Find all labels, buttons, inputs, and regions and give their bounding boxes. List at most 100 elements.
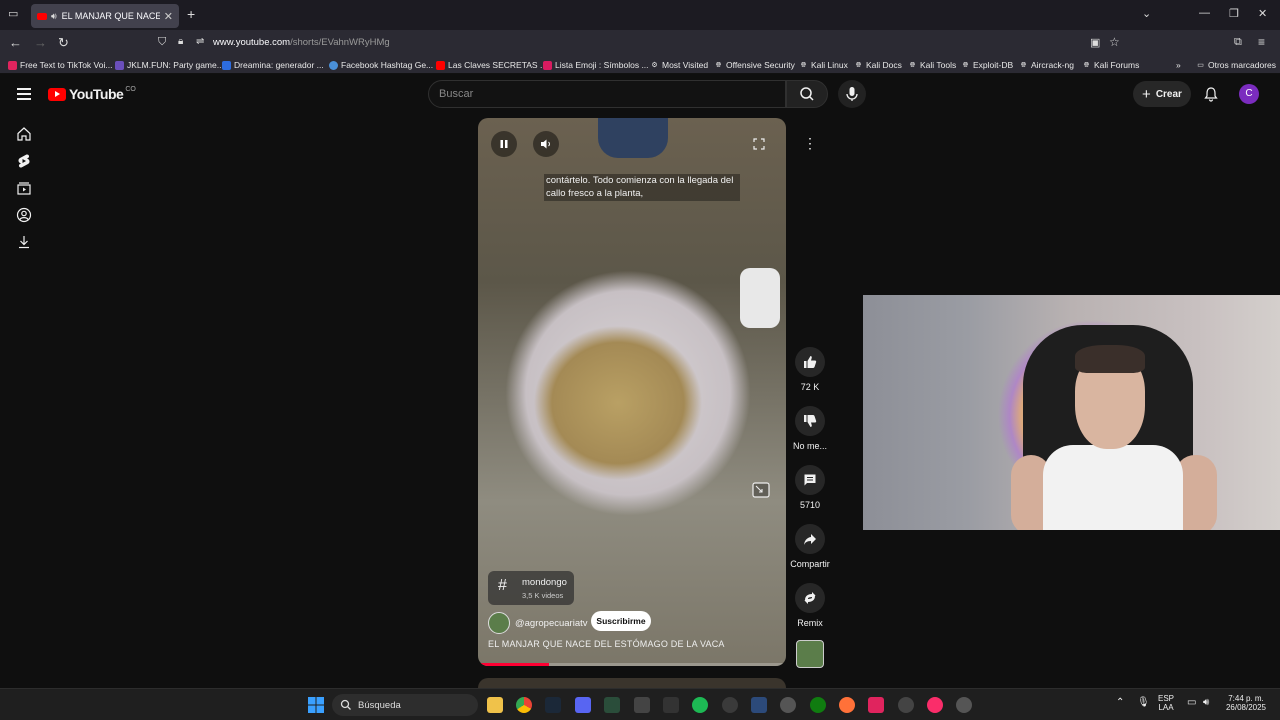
spotify-icon[interactable] (692, 697, 708, 713)
bookmark-item[interactable]: 🌐︎ Offensive Security (714, 60, 795, 70)
search-box[interactable] (428, 80, 786, 108)
share-button[interactable] (795, 524, 825, 554)
minimize-button[interactable]: — (1199, 7, 1210, 19)
pause-button[interactable] (491, 131, 517, 157)
you-profile-icon[interactable] (16, 207, 32, 223)
short-video-player[interactable]: contártelo. Todo comienza con la llegada… (478, 118, 786, 666)
bookmark-item[interactable]: Facebook Hashtag Ge... (329, 60, 433, 70)
sound-thumbnail[interactable] (796, 640, 824, 668)
tab-list-icon[interactable]: ▭ (8, 7, 18, 20)
windows-start-icon[interactable] (308, 697, 324, 713)
bookmark-star-icon[interactable]: ☆ (1109, 35, 1120, 49)
taskbar-search[interactable]: Búsqueda (332, 694, 478, 716)
firefox-icon[interactable] (839, 697, 855, 713)
bookmark-item[interactable]: JKLM.FUN: Party game... (115, 60, 224, 70)
dreamina-icon (222, 60, 231, 70)
fullscreen-icon[interactable] (753, 138, 765, 150)
hashtag-chip[interactable]: # mondongo 3,5 K videos (488, 571, 574, 605)
remix-action[interactable]: Remix (790, 583, 830, 628)
close-tab-icon[interactable]: ✕ (164, 10, 173, 23)
like-action[interactable]: 72 K (790, 347, 830, 392)
mute-button[interactable] (533, 131, 559, 157)
show-hidden-icons[interactable]: ⌃ (1116, 697, 1124, 708)
comments-button[interactable] (795, 465, 825, 495)
bookmark-item[interactable]: ⚙ Most Visited (650, 60, 708, 70)
dislike-button[interactable] (795, 406, 825, 436)
comments-action[interactable]: 5710 (790, 465, 830, 510)
steam-icon[interactable] (545, 697, 561, 713)
channel-link[interactable]: @agropecuariatv (488, 612, 588, 634)
downloads-icon[interactable] (16, 234, 32, 250)
xbox-icon[interactable] (810, 697, 826, 713)
create-button[interactable]: + Crear (1133, 81, 1191, 107)
voice-search-button[interactable] (838, 80, 866, 108)
remix-button[interactable] (795, 583, 825, 613)
discord-icon[interactable] (575, 697, 591, 713)
bookmark-item[interactable]: 🌐︎ Kali Linux (799, 60, 848, 70)
more-options-icon[interactable]: ⋮ (798, 131, 822, 155)
chrome-icon[interactable] (516, 697, 532, 713)
bookmark-item[interactable]: Las Claves SECRETAS ... (436, 60, 547, 70)
bookmark-item[interactable]: Dreamina: generador ... (222, 60, 324, 70)
extensions-icon[interactable]: ⧉ (1234, 36, 1242, 49)
new-tab-button[interactable]: + (187, 6, 195, 22)
bookmark-item[interactable]: 🌐︎ Kali Tools (908, 60, 957, 70)
app-icon[interactable] (604, 697, 620, 713)
search-button[interactable] (786, 80, 828, 108)
address-bar[interactable]: www.youtube.com/shorts/EVahnWRyHMg (213, 37, 390, 48)
jklm-icon (115, 60, 124, 70)
subscribe-button[interactable]: Suscribirme (591, 611, 651, 631)
channel-avatar[interactable] (488, 612, 510, 634)
bookmark-item[interactable]: 🌐︎ Aircrack-ng (1019, 60, 1074, 70)
settings-app-icon[interactable] (956, 697, 972, 713)
lock-icon[interactable]: 🔒︎ (178, 36, 183, 47)
search-input[interactable] (439, 88, 759, 100)
tiktok-icon[interactable] (868, 697, 884, 713)
notifications-bell-icon[interactable] (1203, 86, 1219, 102)
avatar[interactable]: C (1239, 84, 1259, 104)
microphone-icon[interactable]: 🎙︎ (1137, 697, 1150, 708)
network-icon[interactable]: ▭ (1187, 697, 1196, 708)
app-circle-icon[interactable] (898, 697, 914, 713)
share-action[interactable]: Compartir (786, 524, 834, 569)
home-icon[interactable] (16, 126, 32, 142)
shield-icon[interactable]: ⛉ (158, 36, 166, 49)
picture-in-picture-icon[interactable]: ▣ (1090, 36, 1100, 49)
list-all-tabs-icon[interactable]: ⌄ (1142, 7, 1151, 20)
forward-icon[interactable]: → (34, 35, 47, 50)
more-bookmarks-icon[interactable]: » (1176, 60, 1181, 70)
maximize-button[interactable]: ❐ (1229, 7, 1239, 20)
clock[interactable]: 7:44 p. m. 26/08/2025 (1222, 694, 1270, 712)
youtube-logo[interactable]: YouTube CO (48, 86, 136, 102)
capcut-icon[interactable] (634, 697, 650, 713)
window-close-button[interactable]: ✕ (1258, 7, 1267, 20)
epic-games-icon[interactable] (663, 697, 679, 713)
app-4k-icon[interactable] (722, 697, 738, 713)
bookmark-item[interactable]: 🌐︎ Kali Forums (1082, 60, 1140, 70)
bookmark-item[interactable]: 🌐︎ Exploit-DB (961, 60, 1013, 70)
language-indicator[interactable]: ESP LAA (1158, 694, 1174, 712)
browser-tab-active[interactable]: 🔊︎ EL MANJAR QUE NACE DEL ✕ (31, 4, 179, 28)
guide-menu-icon[interactable] (17, 88, 31, 103)
other-bookmarks-folder[interactable]: ▭ Otros marcadores (1196, 60, 1276, 70)
video-progress-bar[interactable] (478, 663, 786, 666)
permissions-icon[interactable]: ⇌ (196, 36, 204, 47)
bookmark-item[interactable]: 🌐︎ Kali Docs (854, 60, 902, 70)
back-icon[interactable]: ← (9, 35, 22, 50)
bookmark-item[interactable]: Free Text to TikTok Voi... (8, 60, 112, 70)
volume-icon[interactable]: 🔊︎ (1203, 697, 1209, 708)
reload-icon[interactable]: ↻ (58, 35, 69, 51)
dislike-action[interactable]: No me... (790, 406, 830, 451)
itunes-icon[interactable] (927, 697, 943, 713)
subscriptions-icon[interactable] (16, 180, 32, 196)
bookmark-item[interactable]: Lista Emoji : Símbolos ... (543, 60, 649, 70)
sound-ocr-overlay-icon[interactable] (752, 482, 770, 498)
speaker-icon[interactable]: 🔊︎ (51, 11, 57, 22)
like-button[interactable] (795, 347, 825, 377)
media-app-icon[interactable] (751, 697, 767, 713)
browser-nav-bar: ← → ↻ ⛉ 🔒︎ ⇌ ▣ ☆ ⧉ ≡ (0, 30, 1280, 57)
app-g-icon[interactable] (780, 697, 796, 713)
file-explorer-icon[interactable] (487, 697, 503, 713)
shorts-icon[interactable] (16, 153, 32, 169)
menu-icon[interactable]: ≡ (1258, 35, 1265, 49)
